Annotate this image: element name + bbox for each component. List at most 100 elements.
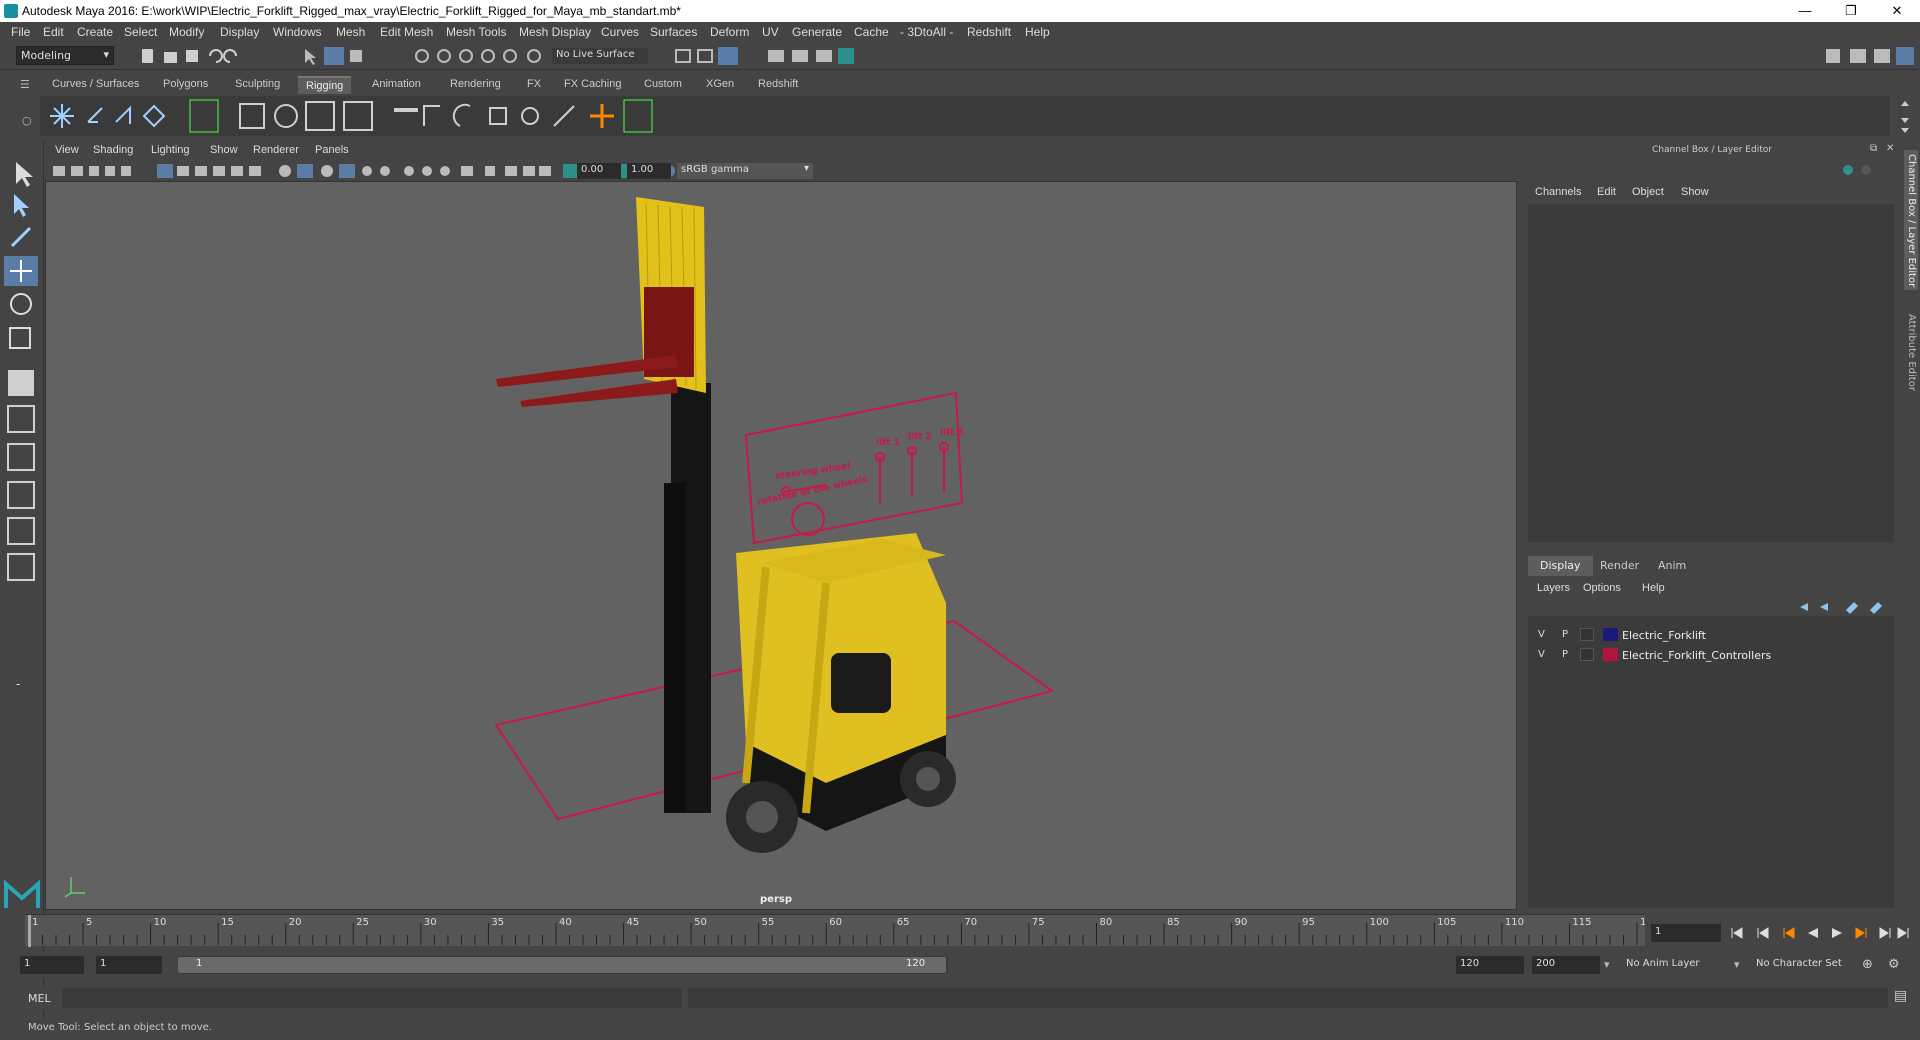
workspace-icons[interactable] [1820, 46, 1916, 66]
time-slider[interactable]: 1 5 10 15 20 25 30 35 40 45 50 55 60 65 70 75 80 85 90 95 10… [25, 914, 1659, 947]
float-panel-icon[interactable]: ⧉ [1870, 143, 1877, 154]
anim-prefs-icon[interactable]: ⚙ [1888, 957, 1900, 972]
viewport-menu-panels[interactable]: Panels [315, 144, 349, 156]
layer-playback-toggle[interactable]: P [1562, 629, 1568, 640]
layer-tab-render[interactable]: Render [1588, 556, 1651, 576]
shelf-tab-fx-caching[interactable]: FX Caching [556, 76, 629, 94]
render-icons[interactable] [672, 46, 892, 66]
menu-create[interactable]: Create [77, 25, 113, 39]
playback-controls[interactable] [1728, 924, 1914, 942]
menu-windows[interactable]: Windows [273, 25, 322, 39]
layer-row[interactable]: V P Electric_Forklift_Controllers [1528, 646, 1894, 664]
layer-playback-toggle[interactable]: P [1562, 649, 1568, 660]
menu-generate[interactable]: Generate [792, 25, 842, 39]
animation-end-field[interactable]: 200 [1532, 956, 1600, 974]
shelf-tab-redshift[interactable]: Redshift [750, 76, 806, 94]
animation-start-field[interactable]: 1 [20, 956, 84, 974]
range-slider-bar[interactable] [178, 957, 946, 973]
layer-row[interactable]: V P Electric_Forklift [1528, 626, 1894, 644]
mode-selector[interactable]: Modeling ▾ [16, 46, 114, 65]
minimize-button[interactable]: — [1782, 0, 1828, 22]
close-panel-icon[interactable]: ✕ [1886, 143, 1894, 154]
rigging-shelf-buttons[interactable] [40, 96, 720, 136]
live-surface-field[interactable]: No Live Surface [552, 48, 648, 64]
layer-name[interactable]: Electric_Forklift_Controllers [1622, 649, 1771, 662]
command-input[interactable] [62, 988, 682, 1008]
chevron-down-icon[interactable]: ▾ [1734, 958, 1740, 971]
layer-tab-anim[interactable]: Anim [1646, 556, 1698, 576]
viewport-menu-shading[interactable]: Shading [93, 144, 133, 156]
viewport-menu-renderer[interactable]: Renderer [253, 144, 299, 156]
shelf-tab-animation[interactable]: Animation [364, 76, 429, 94]
menu-redshift[interactable]: Redshift [967, 25, 1011, 39]
range-slider-track[interactable]: 1 120 [178, 956, 948, 974]
layer-menu-layers[interactable]: Layers [1537, 582, 1570, 594]
menu-file[interactable]: File [11, 25, 30, 39]
script-editor-icon[interactable]: ▤ [1894, 988, 1907, 1004]
channel-box[interactable] [1528, 204, 1894, 542]
shelf-tab-sculpting[interactable]: Sculpting [227, 76, 288, 94]
menu-display[interactable]: Display [220, 25, 259, 39]
close-button[interactable]: ✕ [1874, 0, 1920, 22]
menu-3dtoall[interactable]: - 3DtoAll - [900, 25, 953, 39]
restore-button[interactable]: ❐ [1828, 0, 1874, 22]
menu-modify[interactable]: Modify [169, 25, 204, 39]
layer-tab-display[interactable]: Display [1528, 556, 1593, 576]
side-tab-attribute-editor[interactable]: Attribute Editor [1904, 310, 1918, 400]
menu-edit-mesh[interactable]: Edit Mesh [380, 25, 433, 39]
script-language-label[interactable]: MEL [28, 992, 51, 1005]
color-space-dropdown[interactable]: sRGB gamma ▾ [677, 163, 813, 179]
viewport-menu-view[interactable]: View [55, 144, 79, 156]
shelf-menu-icon[interactable]: ☰ [20, 78, 30, 91]
shelf-tab-rigging[interactable]: Rigging [298, 76, 352, 94]
current-frame-field[interactable]: 1 [1651, 924, 1721, 942]
menu-help[interactable]: Help [1025, 25, 1050, 39]
layer-color-swatch[interactable] [1603, 628, 1618, 641]
viewport-persp[interactable]: steering wheel rotation of the wheels li… [45, 142, 1517, 910]
menu-mesh-display[interactable]: Mesh Display [519, 25, 591, 39]
viewport-menu-lighting[interactable]: Lighting [151, 144, 190, 156]
menu-select[interactable]: Select [124, 25, 157, 39]
shelf-settings-icon[interactable]: ○ [22, 114, 32, 127]
channel-box-icons[interactable] [1840, 162, 1880, 178]
menu-surfaces[interactable]: Surfaces [650, 25, 697, 39]
shelf-scroll-arrows[interactable] [1896, 96, 1914, 136]
layer-visibility-toggle[interactable]: V [1538, 649, 1545, 660]
forklift-scene[interactable]: steering wheel rotation of the wheels li… [46, 183, 1518, 911]
menu-deform[interactable]: Deform [710, 25, 749, 39]
layer-name[interactable]: Electric_Forklift [1622, 629, 1706, 642]
channel-menu-object[interactable]: Object [1632, 186, 1664, 198]
shelf-tab-fx[interactable]: FX [519, 76, 549, 94]
character-set-dropdown[interactable]: No Character Set [1752, 956, 1862, 974]
exposure-field[interactable]: 0.00 [577, 163, 621, 179]
layer-color-swatch[interactable] [1603, 648, 1618, 661]
menu-mesh[interactable]: Mesh [336, 25, 365, 39]
viewport-menu-show[interactable]: Show [210, 144, 238, 156]
layer-display-type[interactable] [1580, 648, 1594, 661]
shelf-tab-curves-surfaces[interactable]: Curves / Surfaces [44, 76, 147, 94]
channel-menu-edit[interactable]: Edit [1597, 186, 1616, 198]
menu-mesh-tools[interactable]: Mesh Tools [446, 25, 506, 39]
anim-layer-dropdown[interactable]: No Anim Layer [1622, 956, 1742, 974]
playback-end-field[interactable]: 120 [1456, 956, 1524, 974]
shelf-tab-custom[interactable]: Custom [636, 76, 690, 94]
channel-menu-channels[interactable]: Channels [1535, 186, 1581, 198]
menu-edit[interactable]: Edit [43, 25, 64, 39]
playback-start-field[interactable]: 1 [96, 956, 162, 974]
layer-menu-options[interactable]: Options [1583, 582, 1621, 594]
layer-tool-icons[interactable] [1796, 600, 1886, 614]
channel-menu-show[interactable]: Show [1681, 186, 1709, 198]
shelf-tab-xgen[interactable]: XGen [698, 76, 742, 94]
shelf-tab-rendering[interactable]: Rendering [442, 76, 509, 94]
layer-visibility-toggle[interactable]: V [1538, 629, 1545, 640]
gamma-field[interactable]: 1.00 [627, 163, 671, 179]
side-tab-channel-box[interactable]: Channel Box / Layer Editor [1904, 150, 1918, 290]
shelf-tab-polygons[interactable]: Polygons [155, 76, 216, 94]
auto-key-icon[interactable]: ⊕ [1862, 957, 1873, 972]
menu-cache[interactable]: Cache [854, 25, 889, 39]
menu-curves[interactable]: Curves [601, 25, 639, 39]
chevron-down-icon[interactable]: ▾ [1604, 958, 1610, 971]
layer-menu-help[interactable]: Help [1642, 582, 1665, 594]
layer-display-type[interactable] [1580, 628, 1594, 641]
menu-uv[interactable]: UV [762, 25, 779, 39]
